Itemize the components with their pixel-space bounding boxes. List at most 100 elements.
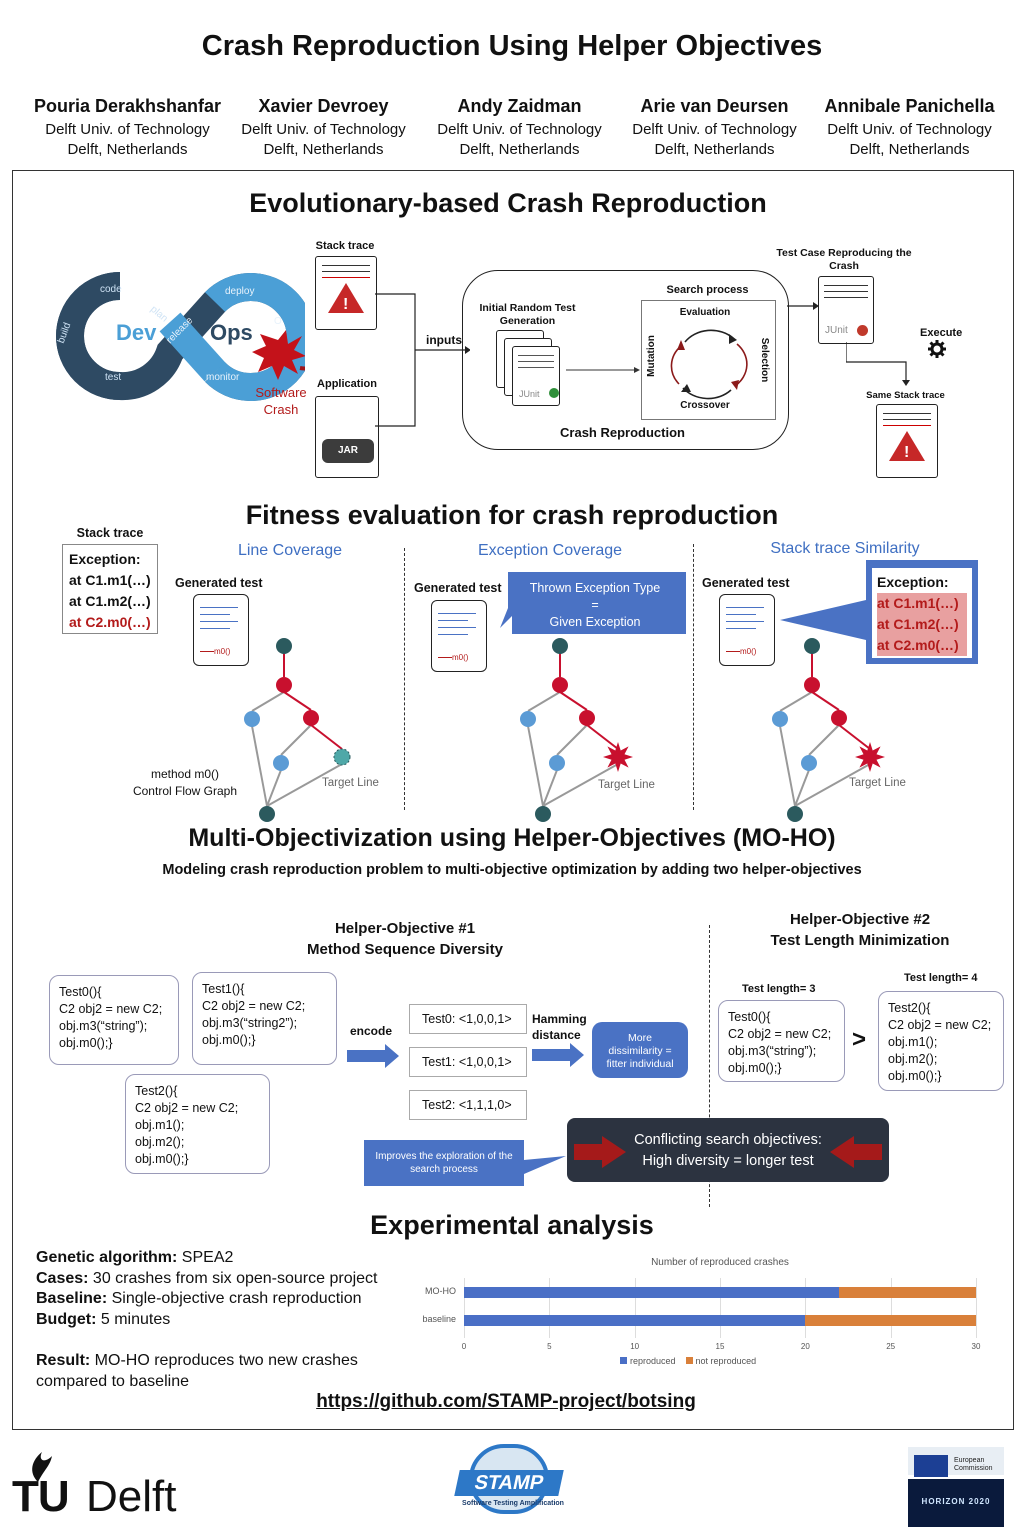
cfg-edge — [586, 724, 619, 750]
cfg-edge — [527, 725, 544, 807]
crossover-label: Crossover — [680, 400, 730, 411]
code-line: obj.m0();} — [728, 1061, 782, 1075]
test2-length-box: Test2(){C2 obj2 = new C2; obj.m1(); obj.m2… — [878, 991, 1004, 1091]
chart-x-tick: 0 — [461, 1342, 467, 1351]
code-line: Test0(){ — [728, 1010, 771, 1024]
junit-logo-small: JUnit — [519, 389, 540, 399]
test0-length-box: Test0(){C2 obj2 = new C2; obj.m3(“string”… — [718, 1000, 845, 1082]
cfg-edge — [838, 724, 871, 750]
devops-loop-dev-arc — [56, 272, 121, 400]
exception-coverage-heading: Exception Coverage — [477, 542, 623, 559]
test2-code-box: Test2(){C2 obj2 = new C2; obj.m1(); obj.m2… — [125, 1074, 270, 1174]
same-stack-trace-label: Same Stack trace — [866, 390, 945, 401]
cfg-node — [804, 638, 820, 654]
section1-title: Evolutionary-based Crash Reproduction — [249, 188, 767, 218]
test1-code-box: Test1(){C2 obj2 = new C2; obj.m3(“string2… — [192, 972, 337, 1065]
frame-1: at C1.m1(…) — [69, 572, 151, 588]
code-line: obj.m0();} — [135, 1152, 189, 1166]
code-line: obj.m3(“string”); — [59, 1019, 148, 1033]
author-name: Xavier Devroey — [258, 96, 389, 116]
cfg-node — [787, 806, 803, 822]
target-line-label-1: Target Line — [322, 777, 379, 789]
cfg-node — [579, 710, 595, 726]
test0-code-box: Test0(){C2 obj2 = new C2; obj.m3(“string”… — [49, 975, 179, 1065]
code-line: obj.m0();} — [888, 1069, 942, 1083]
encode-arrow — [347, 1044, 399, 1068]
author-name: Andy Zaidman — [457, 96, 582, 116]
chart-legend-entry: reproduced — [630, 1356, 676, 1366]
cfg-edge — [794, 769, 810, 807]
eu-flag-icon — [914, 1455, 948, 1477]
cfg-node — [535, 806, 551, 822]
cfg-edge — [811, 691, 840, 711]
cfg-node — [276, 677, 292, 693]
stack-trace-document-icon: ! — [315, 256, 377, 330]
experiment-item: Cases: 30 crashes from six open-source p… — [36, 1269, 378, 1287]
inputs-connector — [375, 293, 470, 427]
cfg-edge — [559, 691, 588, 711]
similarity-frame-1: at C1.m1(…) — [877, 595, 959, 611]
encoding-test2: Test2: <1,1,1,0> — [409, 1090, 527, 1120]
warning-icon: ! — [889, 431, 925, 461]
warning-icon: ! — [328, 283, 364, 313]
eu-horizon-logo: European Commission HORIZON 2020 — [908, 1447, 1004, 1527]
section3-subtitle: Modeling crash reproduction problem to m… — [162, 862, 862, 878]
svg-text:!: ! — [904, 444, 909, 461]
code-line: Test2(){ — [888, 1001, 931, 1015]
mutation-label: Mutation — [646, 335, 657, 377]
repository-link[interactable]: https://github.com/STAMP-project/botsing — [0, 1391, 1012, 1413]
chart-bar-reproduced — [464, 1287, 840, 1298]
svg-text:!: ! — [343, 296, 348, 313]
code-line: C2 obj2 = new C2; — [202, 999, 306, 1013]
cfg-node — [801, 755, 817, 771]
code-line: obj.m1(); — [135, 1118, 185, 1132]
author-1: Pouria Derakhshanfar Delft Univ. of Techn… — [30, 96, 225, 160]
result-text: Result: MO-HO reproduces two new crashes… — [36, 1352, 358, 1390]
reproducing-test-label: Test Case Reproducing the Crash — [776, 247, 912, 272]
application-document-icon: JAR — [315, 396, 379, 478]
test-label: test — [105, 372, 121, 383]
junit5-badge-icon — [549, 388, 559, 398]
cfg-node — [831, 710, 847, 726]
cfg-edge — [251, 725, 268, 807]
monitor-label: monitor — [206, 372, 240, 383]
devops-loop-diagram: Dev Ops code build test plan release dep… — [56, 272, 305, 401]
experiment-setup-list: Genetic algorithm: SPEA2 Cases: 30 crashe… — [36, 1248, 416, 1330]
section4-title: Experimental analysis — [370, 1210, 654, 1240]
author-name: Pouria Derakhshanfar — [33, 96, 222, 116]
tu-logo-text: TU — [12, 1472, 70, 1521]
exception-line: Exception: — [69, 551, 141, 567]
chart-title: Number of reproduced crashes — [651, 1257, 789, 1268]
initial-generation-label: Initial Random Test Generation — [479, 302, 576, 327]
test-length-4-label: Test length= 4 — [904, 972, 978, 984]
chart-gridline — [976, 1278, 977, 1338]
cfg-edge — [527, 691, 561, 712]
cfg-node — [273, 755, 289, 771]
code-line: C2 obj2 = new C2; — [888, 1018, 992, 1032]
search-process-label: Search process — [666, 284, 749, 296]
experiment-item: Budget: 5 minutes — [36, 1310, 171, 1328]
junit-logo: JUnit — [825, 325, 848, 336]
chart-x-tick: 5 — [547, 1342, 552, 1351]
code-line: C2 obj2 = new C2; — [59, 1002, 163, 1016]
cfg-edge — [556, 724, 588, 756]
execute-connector — [846, 342, 910, 386]
code-line: C2 obj2 = new C2; — [728, 1027, 832, 1041]
crash-burst-icon — [855, 742, 885, 772]
inputs-label: inputs — [426, 333, 462, 347]
experiment-item: Genetic algorithm: SPEA2 — [36, 1249, 234, 1266]
chart-legend-entry: not reproduced — [695, 1356, 757, 1366]
encoding-test1: Test1: <1,0,0,1> — [409, 1047, 527, 1077]
code-label: code — [100, 284, 122, 295]
chart-bar-not-reproduced — [805, 1315, 976, 1326]
test-length-3-label: Test length= 3 — [742, 983, 816, 995]
cfg-edge — [542, 769, 558, 807]
cfg-edge — [251, 691, 285, 712]
cfg-edge — [283, 691, 312, 711]
chart-x-tick: 20 — [800, 1342, 810, 1351]
section3-title: Multi-Objectivization using Helper-Objec… — [188, 824, 836, 852]
stack-trace-heading: Stack trace — [76, 526, 144, 540]
cfg-node — [552, 638, 568, 654]
generated-test-label-2: Generated test — [414, 581, 502, 595]
cfg-node — [804, 677, 820, 693]
